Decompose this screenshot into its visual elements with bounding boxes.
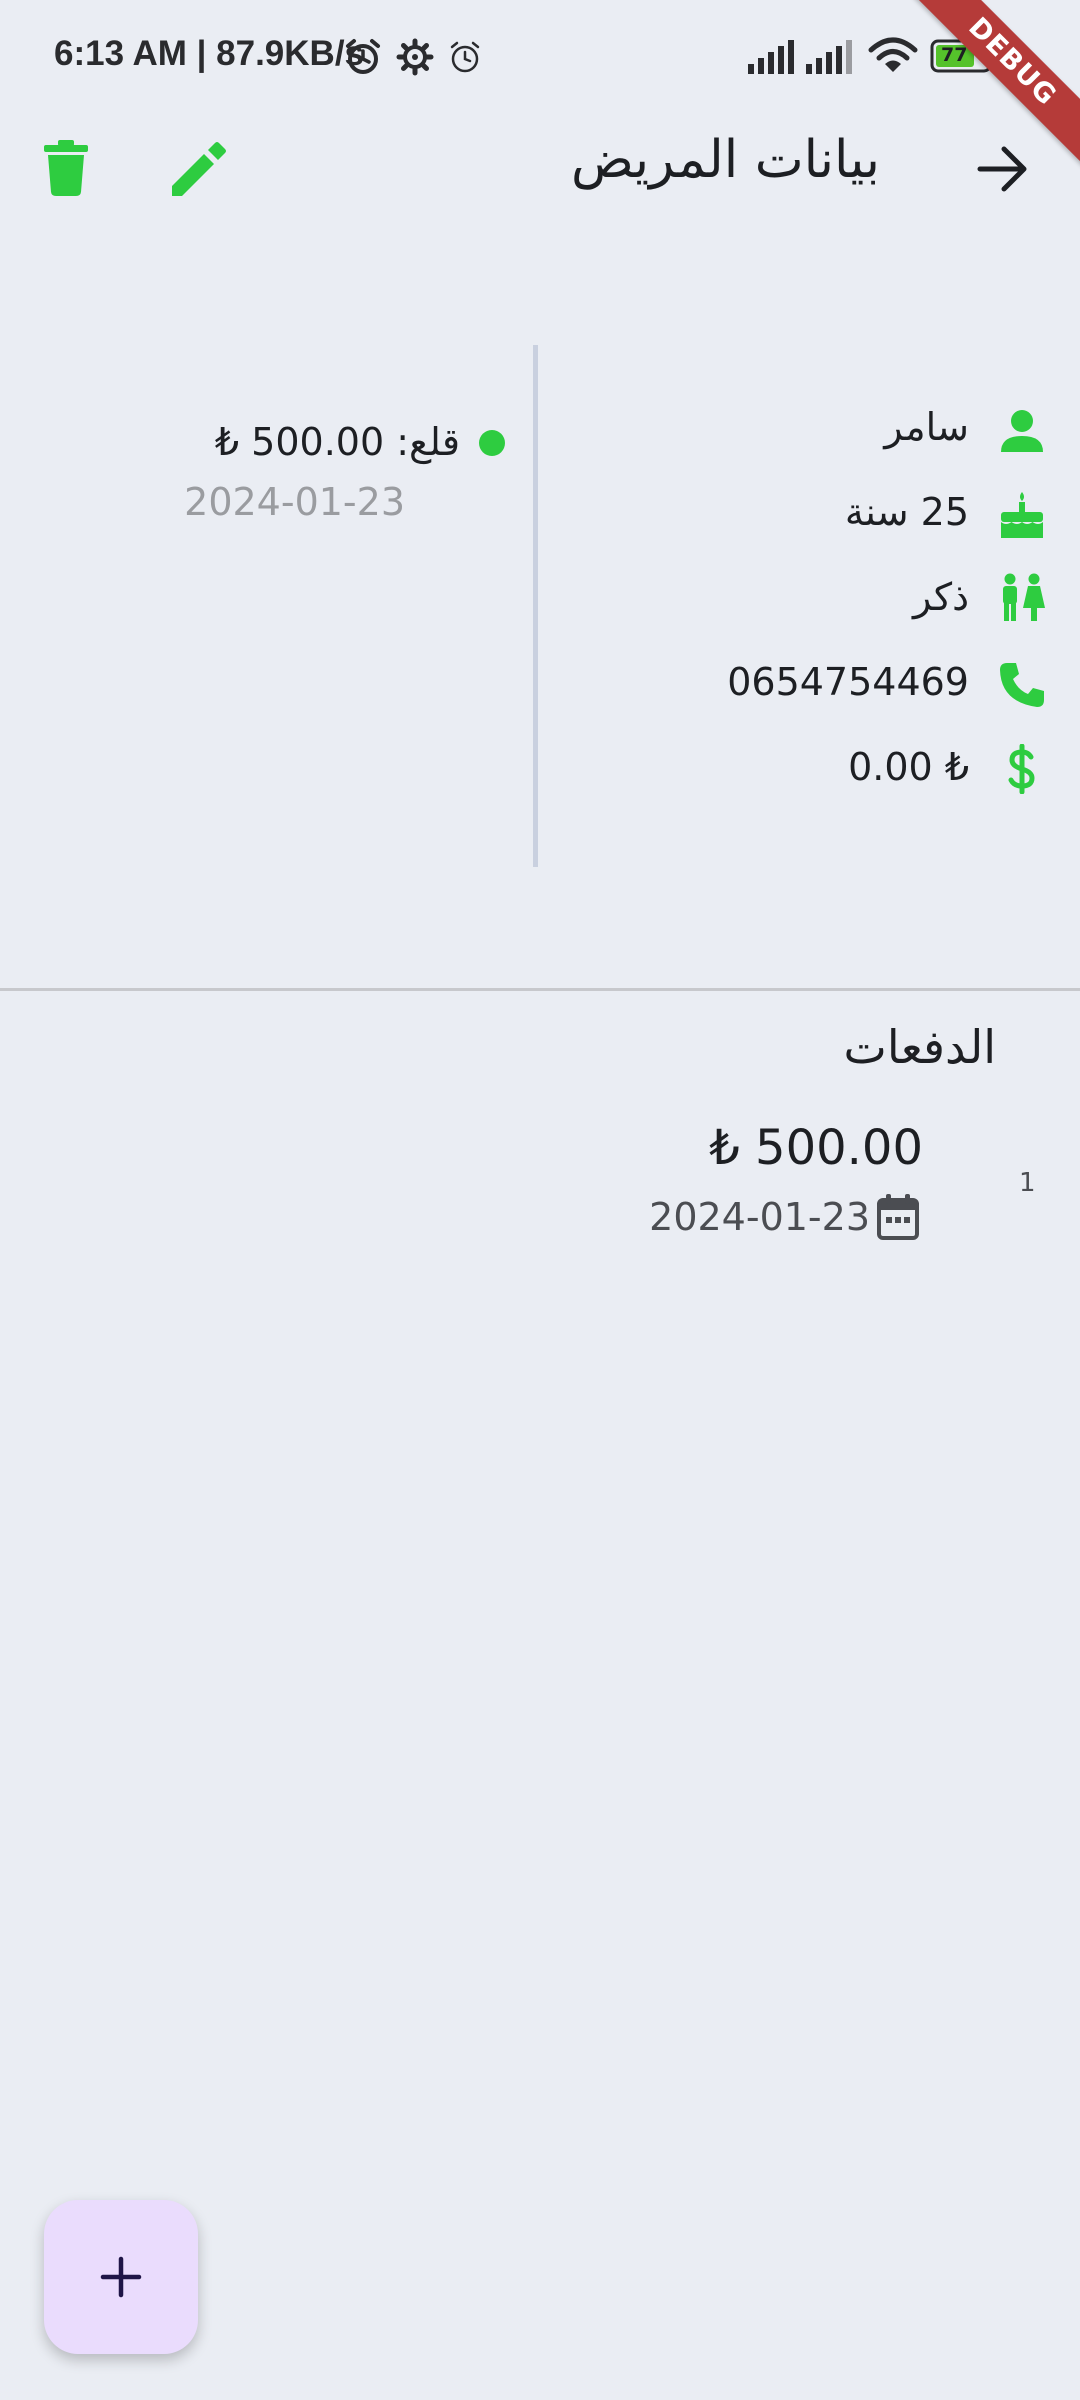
add-payment-button[interactable]	[44, 2200, 198, 2354]
wifi-icon	[868, 37, 918, 72]
payment-index: 1	[1019, 1168, 1036, 1198]
calendar-icon	[877, 1194, 919, 1240]
payment-date: 2024-01-23	[649, 1195, 870, 1239]
vertical-divider	[533, 345, 538, 867]
dollar-icon	[1008, 744, 1035, 794]
status-time: 6:13 AM | 87.9KB/s	[54, 34, 365, 73]
cake-icon	[1001, 492, 1043, 538]
delete-icon[interactable]	[44, 140, 88, 196]
page-title: بيانات المريض	[570, 130, 880, 190]
patient-age: 25 سنة	[844, 490, 969, 534]
person-icon	[1001, 410, 1043, 452]
phone-icon[interactable]	[997, 660, 1047, 710]
payments-heading: الدفعات	[843, 1020, 996, 1074]
alarm-icon	[346, 39, 380, 74]
signal-icon	[748, 40, 794, 74]
status-bar: 6:13 AM | 87.9KB/s 77	[0, 0, 1080, 110]
patient-gender: ذكر	[913, 575, 969, 619]
signal-icon-2	[806, 40, 852, 74]
section-divider	[0, 988, 1080, 991]
alarm-clock-icon	[450, 41, 480, 73]
treatment-date: 2024-01-23	[184, 480, 405, 524]
payment-amount: ₺ 500.00	[709, 1120, 923, 1176]
treatment-status-dot	[479, 430, 505, 456]
plus-icon	[100, 2256, 142, 2298]
battery-level: 77	[941, 44, 968, 66]
patient-balance: ₺ 0.00	[848, 745, 969, 789]
arrow-right-icon[interactable]	[976, 145, 1030, 193]
edit-icon[interactable]	[170, 142, 226, 198]
gender-icon	[1003, 573, 1045, 621]
patient-phone: 0654754469	[727, 660, 969, 704]
gear-icon	[396, 38, 434, 76]
patient-name: سامر	[884, 405, 969, 449]
treatment-label: قلع: 500.00 ₺	[214, 420, 460, 464]
